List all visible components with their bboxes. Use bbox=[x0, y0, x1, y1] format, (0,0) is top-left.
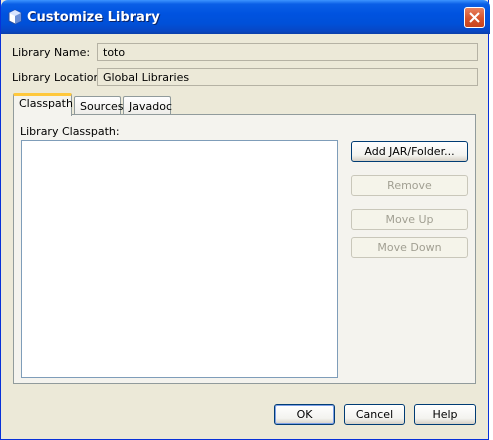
library-name-label: Library Name: bbox=[12, 46, 91, 59]
move-down-button[interactable]: Move Down bbox=[351, 237, 468, 258]
dialog-content: Library Name: toto Library Location: Glo… bbox=[4, 34, 487, 437]
library-cube-icon bbox=[8, 9, 22, 25]
classpath-list[interactable] bbox=[21, 140, 338, 378]
close-x-icon bbox=[469, 12, 480, 23]
title-bar[interactable]: Customize Library bbox=[1, 0, 490, 34]
tab-javadoc[interactable]: Javadoc bbox=[123, 96, 172, 116]
help-button[interactable]: Help bbox=[414, 404, 476, 425]
move-up-button[interactable]: Move Up bbox=[351, 209, 468, 230]
cancel-button[interactable]: Cancel bbox=[344, 404, 405, 425]
customize-library-dialog: Customize Library Library Name: toto Lib… bbox=[0, 0, 490, 440]
library-location-label: Library Location: bbox=[12, 71, 105, 84]
library-location-field: Global Libraries bbox=[97, 68, 478, 86]
ok-button[interactable]: OK bbox=[274, 404, 335, 425]
library-classpath-label: Library Classpath: bbox=[20, 125, 120, 138]
window-title: Customize Library bbox=[27, 10, 160, 25]
add-jar-folder-button[interactable]: Add JAR/Folder... bbox=[351, 141, 468, 162]
library-name-field[interactable]: toto bbox=[97, 43, 478, 61]
close-button[interactable] bbox=[464, 7, 485, 28]
tab-classpath[interactable]: Classpath bbox=[13, 93, 73, 116]
remove-button[interactable]: Remove bbox=[351, 175, 468, 196]
tab-sources[interactable]: Sources bbox=[74, 96, 124, 116]
